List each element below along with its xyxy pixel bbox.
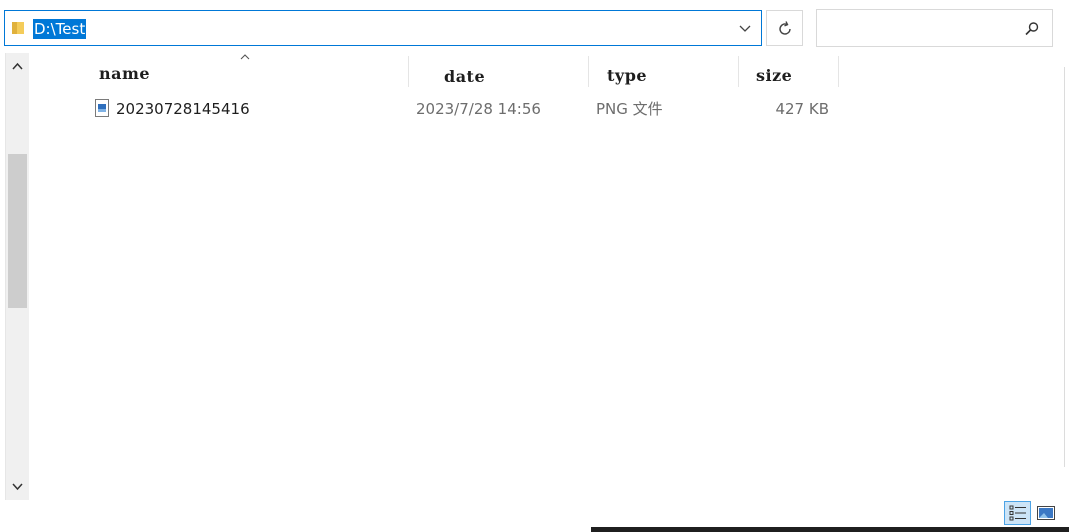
address-bar[interactable]: D:\Test [4, 10, 762, 46]
refresh-button[interactable] [766, 10, 803, 46]
file-date: 2023/7/28 14:56 [416, 100, 541, 118]
address-path[interactable]: D:\Test [33, 19, 87, 39]
file-size: 427 KB [775, 100, 829, 118]
column-header-name[interactable]: name [80, 54, 409, 87]
column-header-type[interactable]: type [589, 56, 739, 87]
large-icons-view-icon [1037, 506, 1055, 520]
search-icon[interactable] [1023, 20, 1041, 38]
scroll-up-icon[interactable] [6, 53, 29, 79]
png-image-file-icon [95, 99, 109, 117]
details-view-button[interactable] [1004, 501, 1031, 525]
vertical-scrollbar[interactable] [5, 53, 29, 500]
column-header-size[interactable]: size [739, 56, 839, 87]
file-type: PNG 文件 [596, 100, 663, 118]
search-box[interactable] [816, 9, 1053, 47]
sort-ascending-icon [240, 54, 250, 60]
column-label-type: type [607, 66, 648, 85]
column-label-name: name [99, 64, 151, 83]
details-view-icon [1009, 505, 1026, 521]
column-header-date[interactable]: date [409, 56, 589, 87]
scrollbar-thumb[interactable] [8, 154, 27, 308]
refresh-icon [779, 21, 791, 35]
window-edge [1064, 67, 1069, 467]
scroll-down-icon[interactable] [6, 474, 29, 500]
search-input[interactable] [819, 12, 1019, 44]
large-icons-view-button[interactable] [1034, 501, 1058, 525]
column-label-size: size [756, 66, 793, 85]
taskbar-edge [591, 527, 1069, 532]
file-name[interactable]: 20230728145416 [116, 98, 250, 120]
chevron-down-icon[interactable] [735, 20, 755, 38]
column-label-date: date [444, 67, 486, 86]
folder-icon [12, 22, 24, 34]
